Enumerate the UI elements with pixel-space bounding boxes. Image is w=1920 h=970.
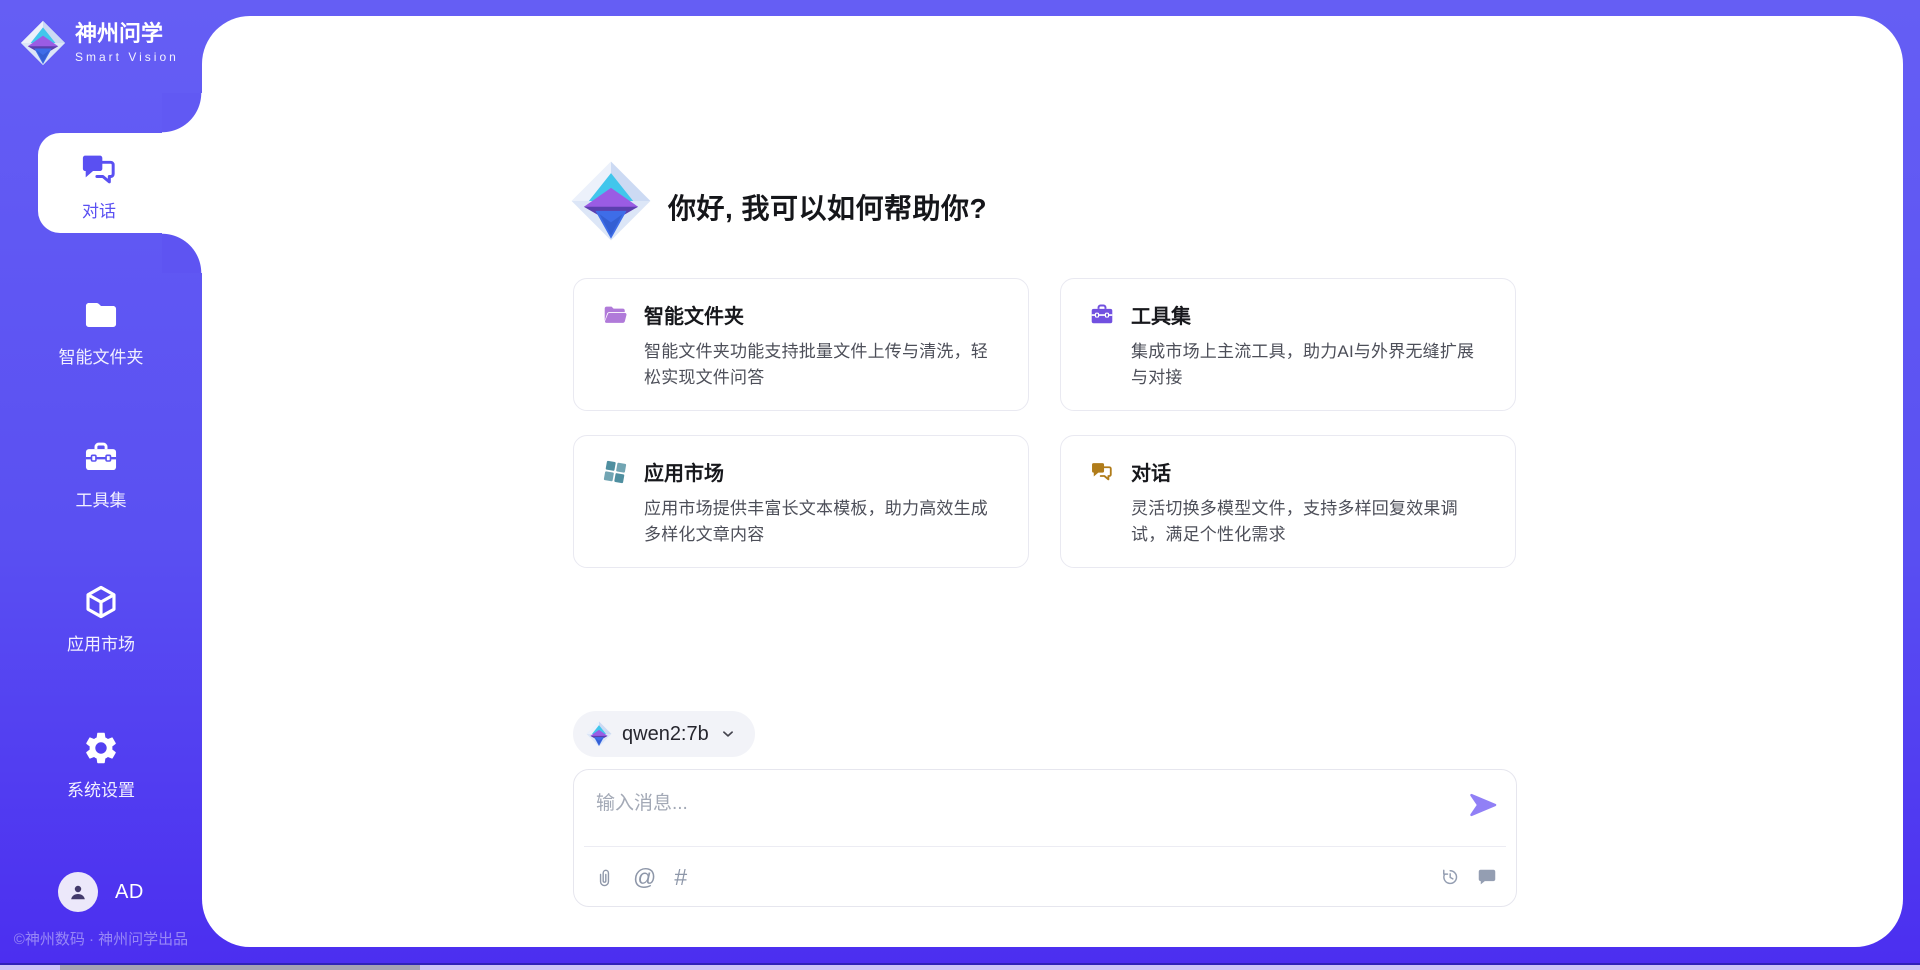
brand-subtitle: Smart Vision [75,50,179,64]
card-description: 智能文件夹功能支持批量文件上传与清洗，轻松实现文件问答 [644,339,1002,390]
toolbox-icon [82,439,120,477]
paperclip-icon[interactable] [594,867,615,888]
brand-logo: 神州问学 Smart Vision [20,20,179,66]
chevron-down-icon [719,725,737,743]
composer-toolbar-right [1439,847,1498,907]
brand-diamond-icon [20,20,66,66]
model-name: qwen2:7b [622,723,709,746]
card-title: 对话 [1131,457,1171,486]
model-selector[interactable]: qwen2:7b [573,711,755,757]
grid-tiles-icon [602,459,628,485]
card-description: 灵活切换多模型文件，支持多样回复效果调试，满足个性化需求 [1131,496,1489,547]
card-title: 工具集 [1131,300,1191,329]
gear-icon [82,729,120,767]
sidebar-item-label: 智能文件夹 [59,343,144,368]
feature-cards: 智能文件夹 智能文件夹功能支持批量文件上传与清洗，轻松实现文件问答 工具集 集成… [573,278,1516,568]
card-description: 集成市场上主流工具，助力AI与外界无缝扩展与对接 [1131,339,1489,390]
card-smart-folder[interactable]: 智能文件夹 智能文件夹功能支持批量文件上传与清洗，轻松实现文件问答 [573,278,1029,411]
message-input[interactable] [594,786,1428,840]
card-description: 应用市场提供丰富长文本模板，助力高效生成多样化文章内容 [644,496,1002,547]
person-icon [66,880,90,904]
cube-icon [82,583,120,621]
user-account[interactable]: AD [58,872,144,912]
sidebar-item-toolset[interactable]: 工具集 [0,439,202,511]
card-title: 应用市场 [644,457,724,486]
avatar [58,872,98,912]
sidebar-item-smart-folder[interactable]: 智能文件夹 [0,296,202,368]
scrollbar-thumb[interactable] [60,965,420,970]
sidebar-item-label: 工具集 [76,486,127,511]
composer-toolbar: @ # [594,847,687,907]
sidebar-item-label: 系统设置 [67,776,135,801]
model-diamond-icon [586,721,612,747]
greeting-title: 你好, 我可以如何帮助你? [668,187,987,227]
message-composer: @ # [573,769,1517,907]
sidebar-item-app-market[interactable]: 应用市场 [0,583,202,655]
copyright-footer: ©神州数码 · 神州问学出品 [0,928,202,949]
brand-name: 神州问学 [75,22,179,46]
folder-icon [82,296,120,334]
sidebar: 神州问学 Smart Vision 对话 智能文件夹 工具集 应用市场 系统设置… [0,0,202,970]
send-icon[interactable] [1468,790,1498,820]
sidebar-item-label: 应用市场 [67,630,135,655]
sidebar-item-label: 对话 [82,197,116,222]
card-title: 智能文件夹 [644,300,744,329]
quick-reply-icon[interactable] [1476,866,1498,888]
composer-divider [584,846,1506,847]
card-app-market[interactable]: 应用市场 应用市场提供丰富长文本模板，助力高效生成多样化文章内容 [573,435,1029,568]
horizontal-scrollbar[interactable] [0,965,1920,970]
chat-duo-icon [1089,459,1115,485]
user-label: AD [115,881,144,904]
hash-icon[interactable]: # [674,866,687,889]
card-toolset[interactable]: 工具集 集成市场上主流工具，助力AI与外界无缝扩展与对接 [1060,278,1516,411]
sidebar-item-system-settings[interactable]: 系统设置 [0,729,202,801]
welcome-diamond-icon [570,160,652,242]
toolbox-icon [1089,302,1115,328]
folder-open-icon [602,302,628,328]
history-icon[interactable] [1439,866,1461,888]
card-chat[interactable]: 对话 灵活切换多模型文件，支持多样回复效果调试，满足个性化需求 [1060,435,1516,568]
sidebar-item-chat-active[interactable]: 对话 [38,133,206,233]
mention-icon[interactable]: @ [633,866,656,889]
chat-duo-icon [78,149,120,191]
